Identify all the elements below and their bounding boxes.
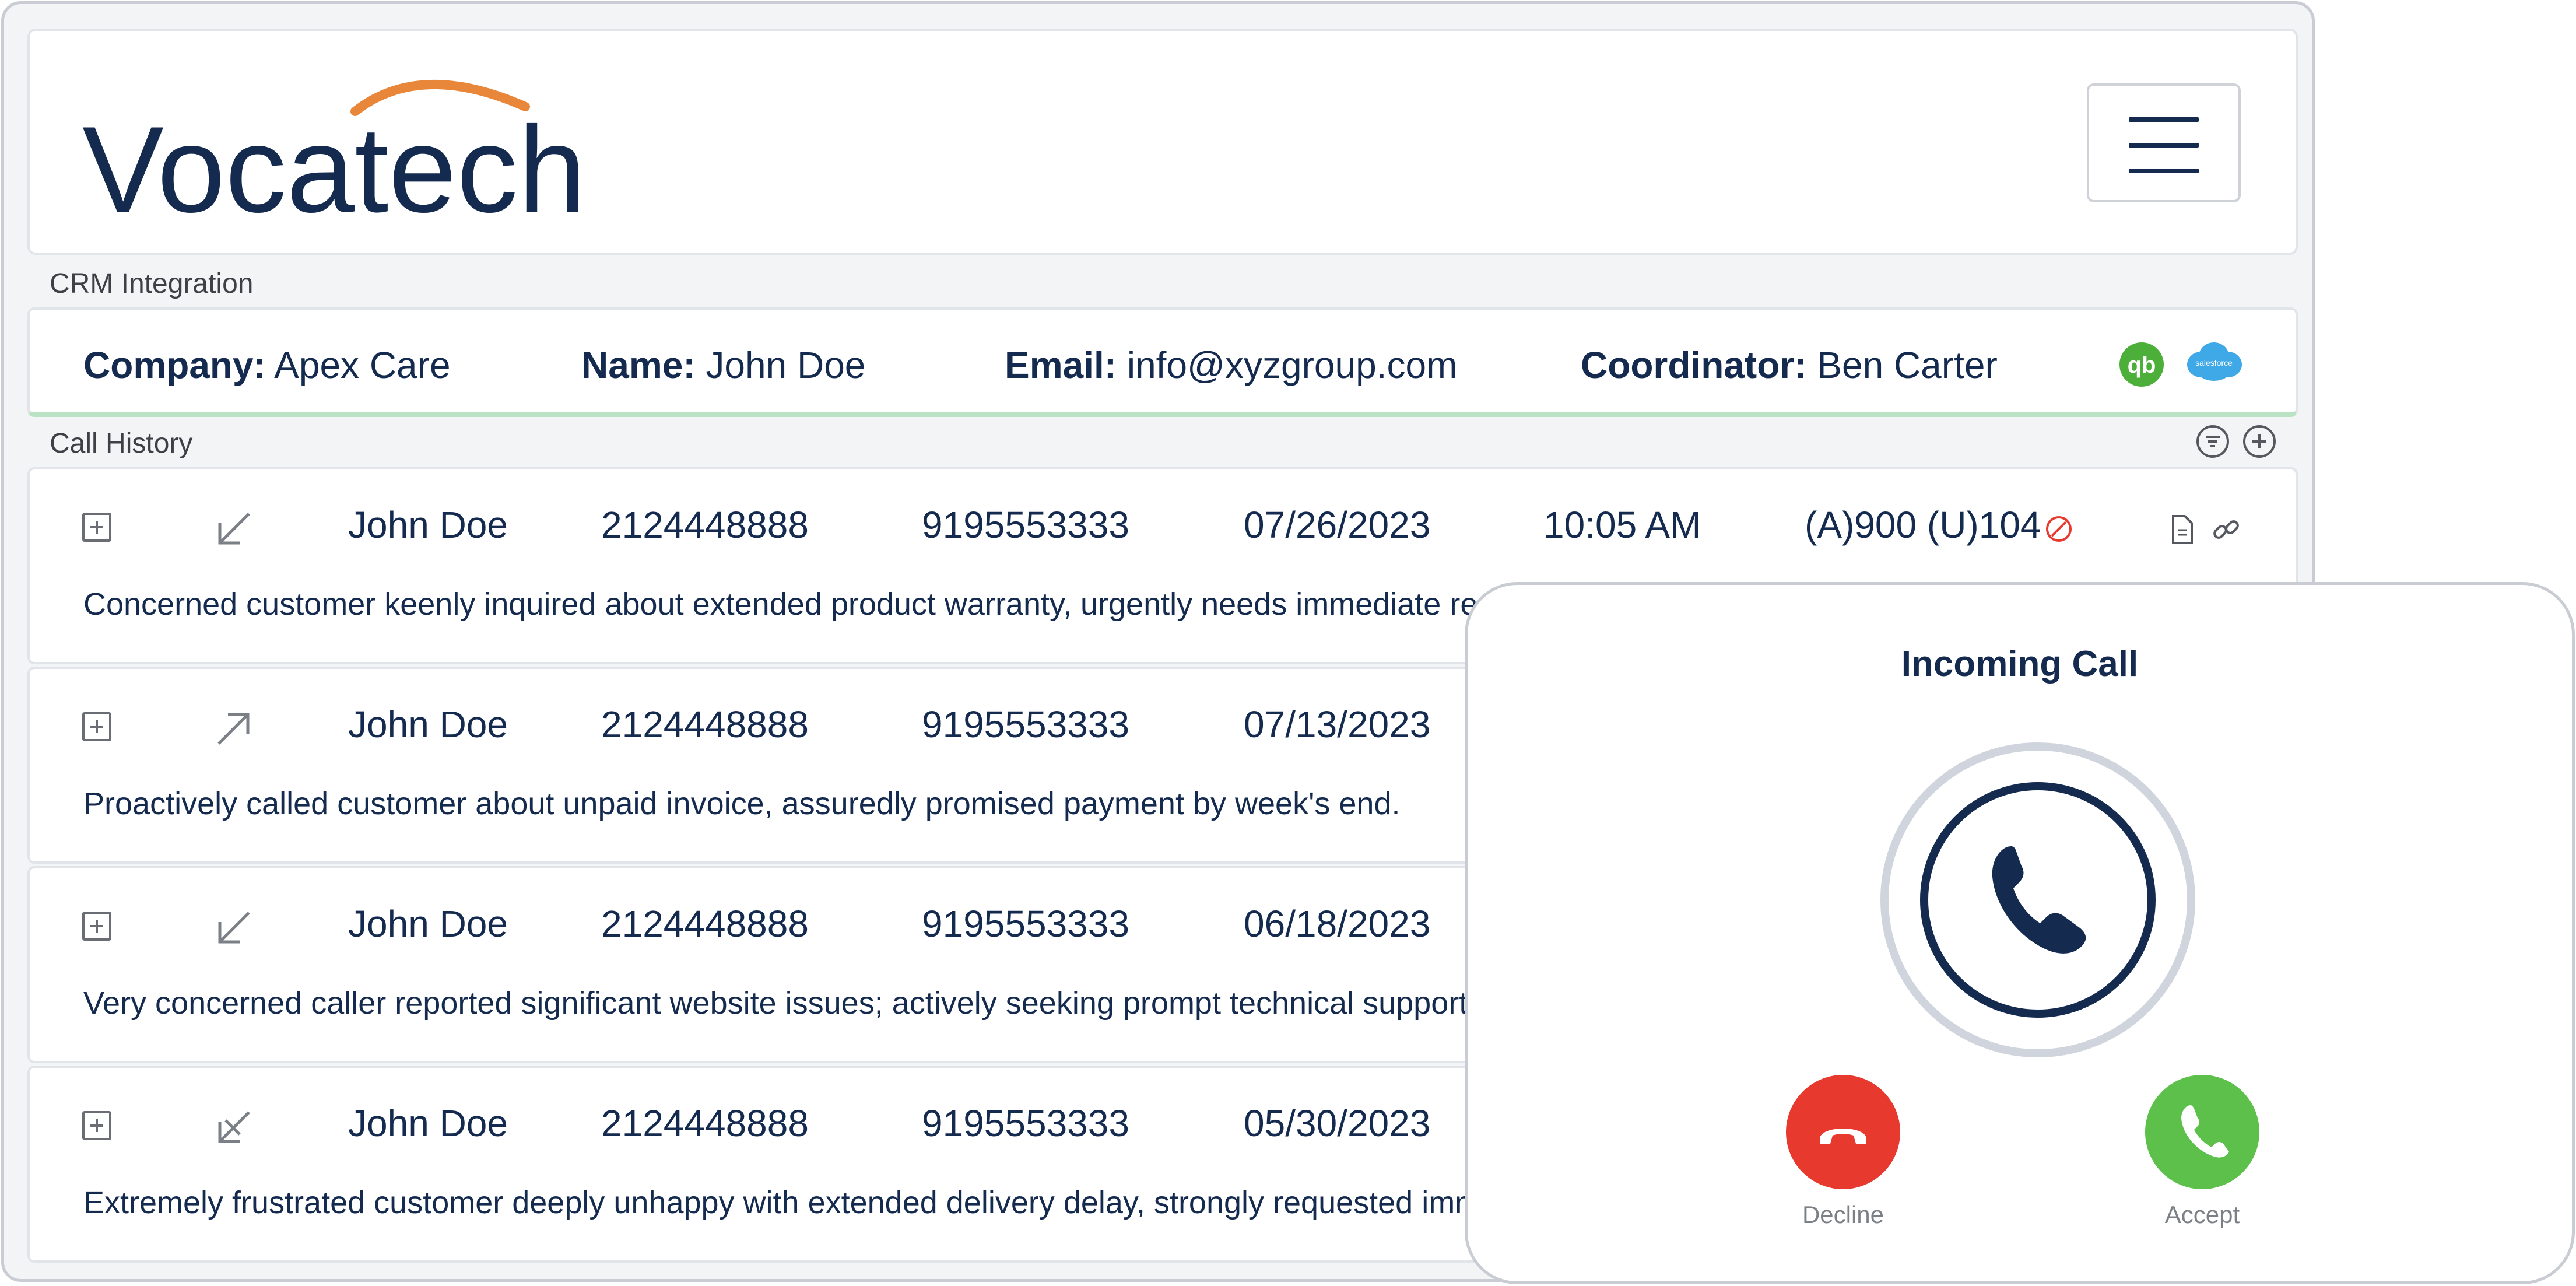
call-ring-inner	[1920, 782, 2156, 1018]
to-number: 9195553333	[922, 504, 1129, 546]
decline-call-button[interactable]	[1786, 1075, 1900, 1189]
crm-coordinator-value: Ben Carter	[1817, 344, 1998, 386]
call-summary: Concerned customer keenly inquired about…	[83, 587, 1503, 622]
svg-text:salesforce: salesforce	[2195, 358, 2233, 367]
call-date: 05/30/2023	[1244, 1102, 1431, 1144]
quickbooks-logo-icon[interactable]: qb	[2119, 342, 2164, 387]
app-header: Vocatech	[27, 29, 2298, 255]
expand-row-icon[interactable]	[82, 1111, 111, 1140]
to-number: 9195553333	[922, 1102, 1129, 1144]
call-summary: Proactively called customer about unpaid…	[83, 786, 1401, 821]
answer-phone-icon	[2181, 1105, 2229, 1158]
filter-icon[interactable]	[2196, 425, 2229, 458]
call-history-label: Call History	[50, 428, 193, 459]
crm-section-label: CRM Integration	[50, 268, 254, 299]
transcript-document-icon[interactable]	[2167, 514, 2196, 545]
crm-email: Email: info@xyzgroup.com	[1005, 344, 1457, 387]
call-date: 06/18/2023	[1244, 903, 1431, 945]
crm-name: Name: John Doe	[581, 344, 865, 387]
call-date: 07/13/2023	[1244, 703, 1431, 745]
incoming-call-title: Incoming Call	[1901, 644, 2139, 684]
accept-call-button[interactable]	[2145, 1075, 2259, 1189]
crm-company-key: Company:	[83, 344, 266, 386]
decline-label: Decline	[1802, 1201, 1884, 1228]
crm-email-value[interactable]: info@xyzgroup.com	[1127, 344, 1458, 386]
blocked-icon	[2046, 516, 2072, 542]
phone-handset-icon	[1992, 846, 2086, 954]
caller-name: John Doe	[348, 504, 508, 546]
crm-integration-card: Company: Apex Care Name: John Doe Email:…	[27, 307, 2298, 417]
crm-name-value: John Doe	[706, 344, 866, 386]
crm-coordinator-key: Coordinator:	[1581, 344, 1807, 386]
call-date: 07/26/2023	[1244, 504, 1431, 546]
svg-text:qb: qb	[2128, 352, 2156, 378]
from-number: 2124448888	[601, 1102, 809, 1144]
expand-row-icon[interactable]	[82, 513, 111, 542]
incoming-call-arrow-icon	[218, 513, 250, 545]
from-number: 2124448888	[601, 903, 809, 945]
call-summary: Very concerned caller reported significa…	[83, 986, 1503, 1021]
caller-name: John Doe	[348, 703, 508, 745]
crm-name-key: Name:	[581, 344, 696, 386]
link-icon[interactable]	[2210, 514, 2242, 545]
from-number: 2124448888	[601, 504, 809, 546]
caller-name: John Doe	[348, 903, 508, 945]
call-summary: Extremely frustrated customer deeply unh…	[83, 1185, 1499, 1220]
crm-coordinator: Coordinator: Ben Carter	[1581, 344, 1998, 387]
crm-company: Company: Apex Care	[83, 344, 451, 387]
accept-label: Accept	[2164, 1201, 2240, 1228]
expand-row-icon[interactable]	[82, 912, 111, 941]
to-number: 9195553333	[922, 903, 1129, 945]
add-icon[interactable]	[2243, 425, 2276, 458]
outgoing-call-arrow-icon	[217, 713, 250, 745]
to-number: 9195553333	[922, 703, 1129, 745]
expand-row-icon[interactable]	[82, 712, 111, 741]
caller-name: John Doe	[348, 1102, 508, 1144]
crm-company-value: Apex Care	[274, 344, 451, 386]
salesforce-logo-icon[interactable]: salesforce	[2185, 339, 2243, 383]
hamburger-menu-icon[interactable]	[2087, 83, 2241, 202]
crm-email-key: Email:	[1005, 344, 1117, 386]
incoming-call-dialog: Incoming Call Decline Accept	[1465, 582, 2575, 1284]
call-duration: (A)900 (U)104	[1805, 504, 2041, 546]
call-time: 10:05 AM	[1543, 504, 1701, 546]
vocatech-logo: Vocatech	[82, 80, 586, 229]
from-number: 2124448888	[601, 703, 809, 745]
missed-call-arrow-icon	[218, 1111, 250, 1143]
incoming-call-arrow-icon	[218, 912, 250, 944]
call-ring	[1880, 742, 2195, 1057]
hang-up-icon	[1820, 1129, 1866, 1144]
svg-text:Vocatech: Vocatech	[82, 101, 586, 229]
